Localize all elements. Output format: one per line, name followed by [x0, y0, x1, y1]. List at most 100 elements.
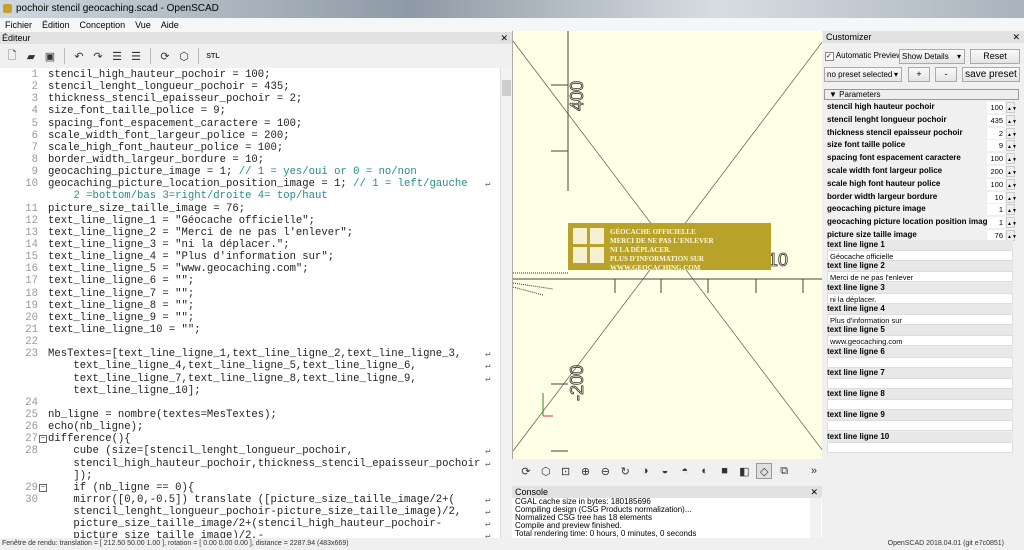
- new-file-icon[interactable]: 🗋: [4, 48, 20, 64]
- close-icon[interactable]: ✕: [500, 32, 508, 44]
- code-text: picture_size_taille_image)/2,-: [48, 530, 265, 538]
- code-line: text_line_ligne_4,text_line_ligne_5,text…: [0, 360, 500, 372]
- zoom-out-icon[interactable]: ⊖: [597, 463, 613, 479]
- parameter-spinbox[interactable]: 2: [987, 127, 1005, 139]
- spin-arrows-icon[interactable]: ▲▼: [1006, 178, 1017, 190]
- text-line-input[interactable]: ni la déplacer.: [827, 292, 1013, 304]
- spin-arrows-icon[interactable]: ▲▼: [1006, 217, 1017, 229]
- parameter-label: border width largeur bordure: [827, 191, 938, 201]
- code-editor[interactable]: 1 stencil_high_hauteur_pochoir = 100; 2 ste…: [0, 68, 500, 538]
- text-line-input[interactable]: [827, 356, 1013, 368]
- view-back-icon[interactable]: ◧: [736, 463, 752, 479]
- parameter-spinbox[interactable]: 10: [987, 191, 1005, 203]
- spin-arrows-icon[interactable]: ▲▼: [1006, 114, 1017, 126]
- view-left-icon[interactable]: ◐: [697, 463, 713, 479]
- text-line-input[interactable]: [827, 441, 1013, 453]
- undo-icon[interactable]: ↶: [71, 48, 87, 64]
- preset-select[interactable]: no preset selected ▾: [824, 67, 902, 82]
- line-number: 25: [25, 408, 38, 421]
- code-text: text_line_ligne_4,text_line_ligne_5,text…: [48, 360, 417, 373]
- line-number: 11: [25, 202, 38, 215]
- spin-arrows-icon[interactable]: ▲▼: [1006, 102, 1017, 113]
- text-line-input[interactable]: [827, 377, 1013, 389]
- parameter-spinbox[interactable]: 1: [987, 217, 1005, 229]
- line-number: 1: [31, 69, 38, 81]
- close-icon[interactable]: ✕: [1012, 31, 1020, 43]
- stencil-text-line: PLUS D'INFORMATION SUR: [610, 255, 705, 263]
- parameter-spinbox[interactable]: 200: [987, 166, 1005, 177]
- parameter-label: scale width font largeur police: [827, 166, 943, 175]
- spin-arrows-icon[interactable]: ▲▼: [1006, 153, 1017, 165]
- parameters-section-header[interactable]: ▼ Parameters: [824, 89, 1019, 100]
- perspective-icon[interactable]: ◇: [756, 463, 773, 479]
- spin-arrows-icon[interactable]: ▲▼: [1006, 166, 1017, 177]
- menu-fichier[interactable]: Fichier: [5, 18, 32, 32]
- view-right-icon[interactable]: ◑: [637, 463, 653, 479]
- code-line: 25 nb_ligne = nombre(textes=MesTextes);: [0, 409, 500, 421]
- export-stl-icon[interactable]: STL: [205, 48, 221, 64]
- render-icon[interactable]: ⬡: [176, 48, 192, 64]
- spin-arrows-icon[interactable]: ▲▼: [1006, 204, 1017, 216]
- parameter-spinbox[interactable]: 9: [987, 140, 1005, 152]
- view-top-icon[interactable]: ◒: [657, 463, 673, 479]
- parameter-row: size font taille police 9 ▲▼: [827, 139, 1017, 152]
- line-number: 8: [31, 153, 38, 166]
- code-line: 4 size_font_taille_police = 9;: [0, 105, 500, 117]
- view-bottom-icon[interactable]: ◓: [677, 463, 693, 479]
- line-number: 26: [25, 421, 38, 434]
- code-text: text_line_ligne_7,text_line_ligne_8,text…: [48, 372, 417, 385]
- text-line-input[interactable]: [827, 420, 1013, 432]
- menu-vue[interactable]: Vue: [135, 18, 151, 32]
- spin-arrows-icon[interactable]: ▲▼: [1006, 127, 1017, 139]
- text-line-input[interactable]: Merci de ne pas l'enlever: [827, 271, 1013, 283]
- code-text: thickness_stencil_epaisseur_pochoir = 2;: [48, 93, 303, 106]
- editor-scrollbar[interactable]: [500, 68, 511, 538]
- line-number: 24: [25, 396, 38, 409]
- spin-arrows-icon[interactable]: ▲▼: [1006, 140, 1017, 152]
- parameter-spinbox[interactable]: 100: [987, 178, 1005, 190]
- text-line-input[interactable]: Géocache officielle: [827, 250, 1013, 261]
- 3d-viewport[interactable]: 400 -200 10 GÉOCACHE OFFICIELLE MERCI DE …: [512, 31, 822, 459]
- details-select[interactable]: Show Details ▾: [899, 49, 965, 64]
- preview-icon[interactable]: ⟳: [157, 48, 173, 64]
- parameter-spinbox[interactable]: 100: [987, 153, 1005, 165]
- code-text: text_line_ligne_6 = "";: [48, 275, 195, 288]
- menu-bar: Fichier Édition Conception Vue Aide: [0, 18, 1024, 32]
- save-icon[interactable]: ▣: [42, 48, 58, 64]
- code-text: text_line_ligne_7 = "";: [48, 287, 195, 300]
- code-line: 29− if (nb_ligne == 0){: [0, 482, 500, 494]
- redo-icon[interactable]: ↷: [90, 48, 106, 64]
- reset-button[interactable]: Reset: [970, 49, 1020, 64]
- orthogonal-icon[interactable]: ⧉: [776, 463, 792, 479]
- parameter-spinbox[interactable]: 100: [987, 102, 1005, 113]
- view-front-icon[interactable]: ■: [717, 463, 733, 479]
- close-icon[interactable]: ✕: [810, 486, 818, 498]
- remove-preset-button[interactable]: -: [935, 67, 957, 82]
- automatic-preview-checkbox[interactable]: ✓ Automatic Preview: [825, 50, 902, 62]
- spin-arrows-icon[interactable]: ▲▼: [1006, 191, 1017, 203]
- more-tools-button[interactable]: »: [806, 463, 822, 479]
- save-preset-button[interactable]: save preset: [962, 67, 1020, 82]
- render-icon[interactable]: ⬡: [538, 463, 554, 479]
- unindent-icon[interactable]: ☰: [109, 48, 125, 64]
- code-text: border_width_largeur_bordure = 10;: [48, 153, 265, 166]
- indent-icon[interactable]: ☰: [128, 48, 144, 64]
- text-line-input[interactable]: Plus d'information sur: [827, 313, 1013, 325]
- add-preset-button[interactable]: +: [908, 67, 930, 82]
- parameter-spinbox[interactable]: 435: [987, 114, 1005, 126]
- zoom-in-icon[interactable]: ⊕: [578, 463, 594, 479]
- text-line-input[interactable]: www.geocaching.com: [827, 335, 1013, 347]
- console-scrollbar[interactable]: [810, 498, 821, 538]
- reset-view-icon[interactable]: ↻: [617, 463, 633, 479]
- line-number: 29: [25, 481, 38, 494]
- fold-toggle-icon[interactable]: −: [39, 435, 47, 444]
- menu-edition[interactable]: Édition: [42, 18, 70, 32]
- preview-icon[interactable]: ⟳: [518, 463, 534, 479]
- text-line-input[interactable]: [827, 399, 1013, 411]
- parameter-spinbox[interactable]: 1: [987, 204, 1005, 216]
- fold-toggle-icon[interactable]: −: [39, 483, 47, 492]
- menu-aide[interactable]: Aide: [161, 18, 179, 32]
- menu-conception[interactable]: Conception: [80, 18, 126, 32]
- open-file-icon[interactable]: ▰: [23, 48, 39, 64]
- zoom-all-icon[interactable]: ⊡: [558, 463, 574, 479]
